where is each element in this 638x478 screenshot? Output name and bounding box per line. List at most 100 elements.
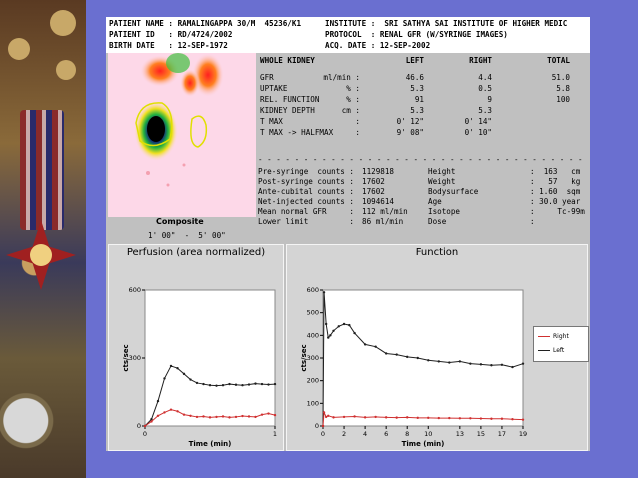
data-point bbox=[260, 382, 264, 386]
counts-value: 1129818 bbox=[362, 167, 395, 176]
kidney-row-label: T MAX bbox=[260, 117, 283, 126]
x-tick-label: 19 bbox=[519, 430, 527, 438]
legend-swatch-left bbox=[538, 350, 550, 351]
counts-label: Net-injected counts : bbox=[258, 197, 355, 206]
kidney-row-right: 0' 10" bbox=[464, 128, 492, 137]
protocol: PROTOCOL : RENAL GFR (W/SYRINGE IMAGES) bbox=[325, 30, 508, 39]
data-point bbox=[511, 365, 514, 369]
x-tick-label: 0 bbox=[143, 430, 147, 438]
patient-name: PATIENT NAME : RAMALINGAPPA 30/M 45236/K… bbox=[109, 19, 302, 28]
data-point bbox=[521, 362, 525, 365]
data-point bbox=[348, 323, 351, 327]
y-tick-label: 300 bbox=[129, 354, 141, 362]
stat-label: Height bbox=[428, 167, 456, 176]
data-point bbox=[416, 356, 419, 360]
data-point bbox=[363, 343, 367, 346]
stat-label: Age bbox=[428, 197, 442, 206]
renal-report: PATIENT NAME : RAMALINGAPPA 30/M 45236/K… bbox=[106, 17, 590, 451]
stat-value: : 163 cm bbox=[530, 167, 581, 176]
counts-label: Pre-syringe counts : bbox=[258, 167, 355, 176]
data-point bbox=[241, 384, 244, 387]
kidney-row-total: 5.8 bbox=[556, 84, 570, 93]
composite-title: Composite bbox=[156, 217, 204, 226]
legend-item-right: Right bbox=[538, 332, 569, 342]
decorative-collage bbox=[0, 0, 86, 478]
kidney-row-label: KIDNEY DEPTH bbox=[260, 106, 315, 115]
coin-image bbox=[8, 38, 30, 60]
counts-label: Mean normal GFR : bbox=[258, 207, 355, 216]
kidney-row-label: UPTAKE bbox=[260, 84, 288, 93]
coin-image bbox=[56, 60, 76, 80]
data-point bbox=[427, 359, 430, 362]
legend-label-left: Left bbox=[553, 347, 565, 354]
legend-label-right: Right bbox=[553, 333, 569, 340]
y-tick-label: 400 bbox=[307, 331, 319, 339]
y-axis-label: cts/sec bbox=[300, 344, 308, 371]
data-point bbox=[163, 411, 166, 414]
data-point bbox=[182, 372, 186, 376]
data-point bbox=[202, 415, 205, 418]
counts-value: 112 ml/min bbox=[362, 207, 408, 216]
kidney-row-label: REL. FUNCTION bbox=[260, 95, 320, 104]
data-point bbox=[458, 417, 462, 420]
stat-label: Bodysurface bbox=[428, 187, 479, 196]
data-point bbox=[511, 418, 514, 421]
data-point bbox=[490, 364, 493, 367]
medal-center-image bbox=[30, 244, 52, 266]
data-point bbox=[427, 416, 430, 420]
x-tick-label: 2 bbox=[342, 430, 346, 438]
legend-item-left: Left bbox=[538, 346, 564, 356]
data-point bbox=[324, 322, 328, 326]
kidney-row-right: 5.3 bbox=[478, 106, 492, 115]
y-tick-label: 100 bbox=[307, 399, 319, 407]
data-point bbox=[228, 416, 231, 419]
plot-area bbox=[144, 289, 276, 427]
data-point bbox=[384, 416, 388, 419]
data-point bbox=[363, 416, 367, 419]
legend-swatch-right bbox=[538, 336, 550, 337]
data-point bbox=[228, 382, 231, 386]
data-point bbox=[322, 291, 326, 294]
data-point bbox=[406, 355, 409, 359]
data-point bbox=[490, 417, 493, 420]
data-point bbox=[150, 418, 153, 421]
patient-id: PATIENT ID : RD/4724/2002 bbox=[109, 30, 233, 39]
data-point bbox=[337, 325, 340, 328]
data-point bbox=[448, 361, 451, 364]
data-point bbox=[395, 353, 398, 356]
kidney-row-total: 100 bbox=[556, 95, 570, 104]
data-point bbox=[374, 345, 377, 348]
data-point bbox=[234, 415, 238, 419]
data-point bbox=[500, 417, 504, 420]
data-point bbox=[143, 424, 147, 428]
y-tick-label: 0 bbox=[315, 422, 319, 430]
data-point bbox=[241, 414, 244, 418]
kidney-table-header: TOTAL bbox=[547, 56, 570, 65]
data-point bbox=[521, 418, 525, 421]
x-tick-label: 1 bbox=[273, 430, 277, 438]
y-tick-label: 600 bbox=[307, 286, 319, 294]
data-point bbox=[156, 399, 160, 403]
y-tick-label: 600 bbox=[129, 286, 141, 294]
data-point bbox=[208, 384, 212, 387]
kidney-row-right: 9 bbox=[487, 95, 492, 104]
coin-image bbox=[50, 10, 76, 36]
stat-label: Isotope bbox=[428, 207, 461, 216]
stat-value: : Tc-99m bbox=[530, 207, 585, 216]
data-point bbox=[437, 360, 440, 363]
kidney-row-unit: : bbox=[355, 117, 360, 126]
composite-time-range: 1' 00" - 5' 00" bbox=[148, 231, 226, 240]
stat-value: : bbox=[530, 217, 535, 226]
data-point bbox=[384, 352, 388, 355]
data-point bbox=[329, 334, 332, 337]
data-point bbox=[189, 414, 192, 417]
x-tick-label: 8 bbox=[405, 430, 409, 438]
kidney-row-total: 51.0 bbox=[551, 73, 570, 82]
kidney-row-label: GFR bbox=[260, 73, 274, 82]
acq-date: ACQ. DATE : 12-SEP-2002 bbox=[325, 41, 431, 50]
data-point bbox=[215, 415, 218, 419]
data-point bbox=[254, 382, 257, 385]
data-point bbox=[169, 408, 173, 411]
data-point bbox=[182, 413, 186, 416]
y-tick-label: 500 bbox=[307, 309, 319, 317]
